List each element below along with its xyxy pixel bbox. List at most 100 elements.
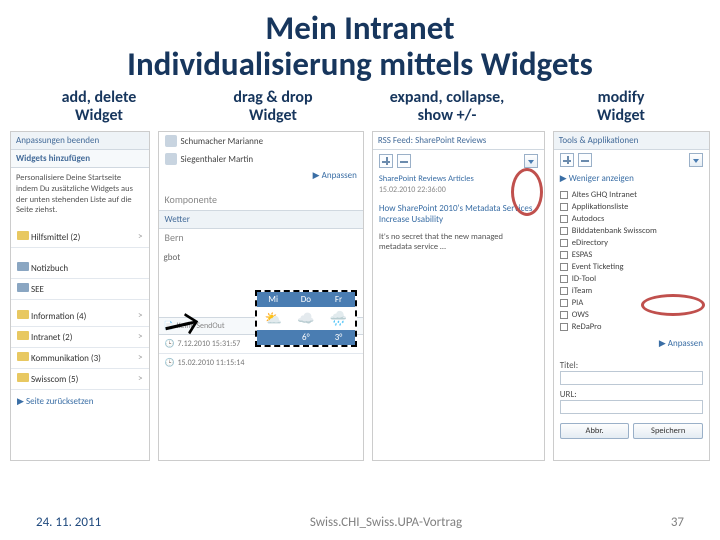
show-dropdown[interactable] [524,154,538,168]
title-line1: Mein Intranet [0,10,720,46]
expand-button[interactable] [560,153,574,167]
list-item[interactable]: SEE [11,279,149,300]
footer-page: 37 [671,515,684,530]
anpassen-link[interactable]: ▶ Anpassen [159,168,363,183]
p1-addwidgets: Widgets hinzufügen [11,150,149,168]
app-list: Altes GHQ Intranet Applikationsliste Aut… [554,187,709,335]
col-header-2: drag & drop Widget [186,89,360,126]
list-item[interactable]: PIA [560,297,703,309]
list-item[interactable]: Bilddatenbank Swisscom [560,225,703,237]
list-item[interactable]: Event Ticketing [560,261,703,273]
title: Mein Intranet Individualisierung mittels… [0,0,720,83]
save-button[interactable]: Speichern [633,423,703,439]
folder-icon [17,331,29,340]
list-item[interactable]: Hilfsmittel (2)> [11,227,149,248]
list-item[interactable]: ID-Tool [560,273,703,285]
slide: Mein Intranet Individualisierung mittels… [0,0,720,540]
weather-icon: ☁️ [290,307,323,330]
list-item[interactable]: Information (4)> [11,306,149,327]
checkbox-icon [560,275,568,283]
list-item[interactable]: Intranet (2)> [11,327,149,348]
panel-drag-drop: Schumacher Marianne Siegenthaler Martin … [158,131,364,461]
chevron-right-icon: > [138,310,142,321]
chevron-right-icon: > [138,352,142,363]
url-input[interactable] [560,400,703,414]
person-row: Schumacher Marianne [159,132,363,150]
day-label: Mi [257,292,290,307]
column-headers: add, delete Widget drag & drop Widget ex… [0,89,720,126]
cancel-button[interactable]: Abbr. [560,423,630,439]
url-label: URL: [560,389,703,400]
list-item[interactable]: Swisscom (5)> [11,369,149,390]
panel-add-delete: Anpassungen beenden Widgets hinzufügen P… [10,131,150,461]
timestamp: 🕒15.02.2010 11:15:14 [165,358,357,368]
post-link[interactable]: How SharePoint 2010's Metadata Services … [373,197,544,232]
list-item[interactable]: OWS [560,309,703,321]
p1-desc: Personalisiere Deine Startseite indem Du… [11,168,149,221]
widget-icon [17,283,29,292]
footer-date: 24. 11. 2011 [36,515,101,530]
title-input[interactable] [560,371,703,385]
reset-link[interactable]: ▶ Seite zurücksetzen [11,390,149,413]
checkbox-icon [560,263,568,271]
checkbox-icon [560,251,568,259]
folder-icon [17,231,29,240]
expand-button[interactable] [379,154,393,168]
checkbox-icon [560,227,568,235]
weather-table: MiDoFr ⛅☁️🌧️ 6°3° [257,292,355,345]
title-label: Titel: [560,360,703,371]
list-item[interactable]: Notizbuch [11,258,149,279]
show-dropdown[interactable] [689,153,703,167]
col-header-3: expand, collapse, show +/- [360,89,534,126]
rss-head: RSS Feed: SharePoint Reviews [373,132,544,150]
temp-label: 3° [322,330,355,345]
temp-label: 6° [290,330,323,345]
temp-label [257,330,290,345]
list-item[interactable]: eDirectory [560,237,703,249]
weather-icon: ⛅ [257,307,290,330]
person-row: Siegenthaler Martin [159,150,363,168]
widget-icon [17,262,29,271]
title-line2: Individualisierung mittels Widgets [0,46,720,82]
footer: 24. 11. 2011 Swiss.CHI_Swiss.UPA-Vortrag… [0,515,720,530]
checkbox-icon [560,215,568,223]
plusminus-row [373,150,544,172]
col-header-4: modify Widget [534,89,708,126]
checkbox-icon [560,191,568,199]
list-item[interactable]: ESPAS [560,249,703,261]
footer-mid: Swiss.CHI_Swiss.UPA-Vortrag [310,515,462,530]
collapse-button[interactable] [578,153,592,167]
checkbox-icon [560,323,568,331]
checkbox-icon [560,311,568,319]
button-row: Abbr. Speichern [554,418,709,444]
anpassen-link[interactable]: ▶ Anpassen [554,335,709,352]
checkbox-icon [560,287,568,295]
list-item[interactable]: Altes GHQ Intranet [560,189,703,201]
p4-head: Tools & Applikationen [554,132,709,150]
gbot-label: gbot [159,248,363,267]
weniger-link[interactable]: ▶ Weniger anzeigen [554,170,709,187]
panels-row: Anpassungen beenden Widgets hinzufügen P… [0,131,720,461]
p4-form: Titel: URL: [554,352,709,418]
weather-icon: 🌧️ [322,307,355,330]
post-body: It's no secret that the new managed meta… [373,232,544,259]
collapse-button[interactable] [397,154,411,168]
chevron-right-icon: > [138,331,142,342]
post-timestamp: 15.02.2010 22:36:00 [373,185,544,197]
list-item[interactable]: Autodocs [560,213,703,225]
checkbox-icon [560,239,568,247]
wetter-head: Wetter [159,210,363,229]
chevron-right-icon: > [138,231,142,242]
checkbox-icon [560,203,568,211]
entry: 🕒15.02.2010 11:15:14 [159,353,363,372]
list-item[interactable]: ReDaPro [560,321,703,333]
post-title[interactable]: SharePoint Reviews Articles [373,172,544,185]
komponente-label: Komponente [159,183,363,210]
plusminus-row [554,150,709,170]
list-item[interactable]: Kommunikation (3)> [11,348,149,369]
folder-icon [17,310,29,319]
list-item[interactable]: Applikationsliste [560,201,703,213]
list-item[interactable]: iTeam [560,285,703,297]
weather-widget-draggable[interactable]: MiDoFr ⛅☁️🌧️ 6°3° [255,290,357,347]
col-header-1: add, delete Widget [12,89,186,126]
